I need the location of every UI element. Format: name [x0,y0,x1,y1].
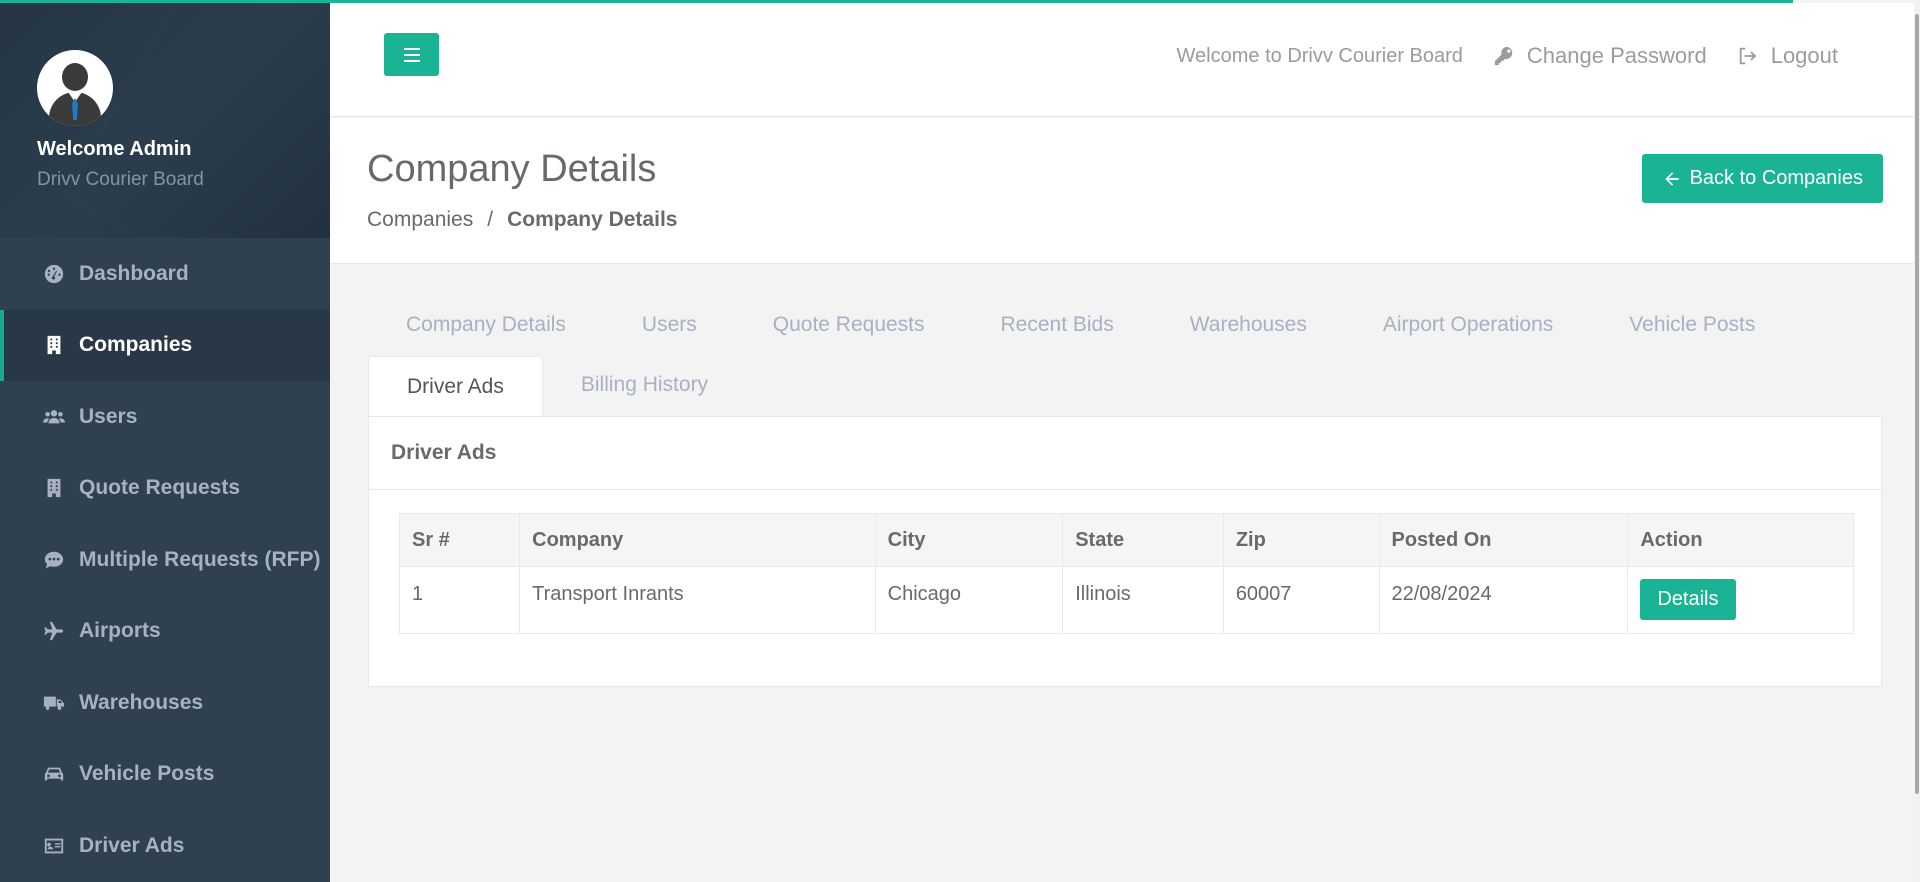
cell-zip: 60007 [1222,566,1380,634]
sidebar-item-companies[interactable]: Companies [0,309,330,381]
sidebar-item-warehouses[interactable]: Warehouses [0,667,330,739]
sidebar-item-label: Companies [79,333,193,357]
scrollbar[interactable] [1914,0,1920,882]
tab-warehouses[interactable]: Warehouses [1152,295,1345,355]
column-header: Posted On [1378,513,1629,567]
comment-icon [41,549,67,571]
change-password-link[interactable]: Change Password [1493,43,1707,69]
sidebar-item-label: Vehicle Posts [79,762,215,786]
tab-quote-requests[interactable]: Quote Requests [735,295,963,355]
car-icon [41,763,67,785]
sidebar-item-multiple-requests[interactable]: Multiple Requests (RFP) [0,524,330,596]
breadcrumb-companies[interactable]: Companies [367,208,473,232]
menu-icon [403,47,420,62]
tabs-row-2: Driver Ads Billing History [368,355,746,417]
column-header: Action [1627,513,1854,567]
panel-title: Driver Ads [369,417,1881,490]
tab-airport-operations[interactable]: Airport Operations [1345,295,1591,355]
driver-ads-panel: Driver Ads Sr # Company City State Zip P… [368,417,1882,687]
sidebar-item-users[interactable]: Users [0,381,330,453]
sidebar-item-vehicle-posts[interactable]: Vehicle Posts [0,739,330,811]
sign-out-icon [1739,47,1756,65]
building-icon [41,334,67,356]
id-card-icon [41,835,67,857]
tab-driver-ads[interactable]: Driver Ads [368,356,543,417]
logout-label: Logout [1770,43,1838,68]
sidebar-item-airports[interactable]: Airports [0,596,330,668]
cell-sr: 1 [398,566,521,634]
truck-icon [41,692,67,714]
sidebar: Welcome Admin Drivv Courier Board Dashbo… [0,0,330,882]
dashboard-icon [41,263,67,285]
avatar[interactable] [37,50,113,126]
building-icon [41,477,67,499]
sidebar-item-label: Warehouses [79,690,204,714]
column-header: State [1062,513,1224,567]
sidebar-item-label: Quote Requests [79,476,241,500]
tab-vehicle-posts[interactable]: Vehicle Posts [1591,295,1793,355]
table-row: 1 Transport Inrants Chicago Illinois 600… [398,566,1854,634]
profile-name: Welcome Admin [37,138,192,160]
page-heading: Company Details Companies / Company Deta… [330,118,1920,264]
profile-subtitle: Drivv Courier Board [37,169,204,190]
driver-ads-table: Sr # Company City State Zip Posted On Ac… [398,513,1854,634]
sidebar-item-label: Driver Ads [79,833,185,857]
sidebar-item-label: Airports [79,619,161,643]
users-icon [41,406,67,428]
breadcrumb-current: Company Details [507,208,678,231]
breadcrumb: Companies / Company Details [367,208,677,232]
column-header: Company [519,513,876,567]
sidebar-item-label: Multiple Requests (RFP) [79,547,321,571]
sidebar-item-driver-ads[interactable]: Driver Ads [0,810,330,882]
table-header-row: Sr # Company City State Zip Posted On Ac… [398,513,1854,567]
sidebar-nav: Dashboard Companies Users Quote Requests… [0,238,330,882]
profile-panel: Welcome Admin Drivv Courier Board [0,0,330,238]
sidebar-item-quote-requests[interactable]: Quote Requests [0,453,330,525]
sidebar-item-label: Users [79,404,138,428]
top-accent-bar [0,0,1793,3]
menu-toggle-button[interactable] [384,33,439,76]
plane-icon [41,620,67,642]
column-header: Sr # [398,513,521,567]
page-title: Company Details [367,148,657,190]
tab-recent-bids[interactable]: Recent Bids [963,295,1152,355]
welcome-message: Welcome to Drivv Courier Board [1176,44,1463,67]
cell-posted-on: 22/08/2024 [1378,566,1629,634]
cell-action: Details [1627,566,1854,634]
back-to-companies-button[interactable]: Back to Companies [1641,154,1883,203]
cell-city: Chicago [874,566,1064,634]
topbar: Welcome to Drivv Courier Board Change Pa… [330,3,1920,117]
sidebar-item-label: Dashboard [79,261,189,285]
scrollbar-thumb[interactable] [1915,14,1919,794]
tab-users[interactable]: Users [604,295,735,355]
details-button[interactable]: Details [1640,579,1736,620]
cell-company: Transport Inrants [519,566,876,634]
arrow-left-icon [1664,171,1679,186]
sidebar-item-dashboard[interactable]: Dashboard [0,238,330,310]
tabs-row-1: Company Details Users Quote Requests Rec… [368,295,1793,355]
cell-state: Illinois [1062,566,1224,634]
logout-link[interactable]: Logout [1737,43,1838,69]
column-header: City [874,513,1064,567]
column-header: Zip [1222,513,1380,567]
breadcrumb-separator: / [487,208,494,231]
back-button-label: Back to Companies [1689,167,1863,189]
tab-company-details[interactable]: Company Details [368,295,604,355]
tab-billing-history[interactable]: Billing History [543,355,746,415]
key-icon [1494,46,1513,66]
change-password-label: Change Password [1526,43,1707,68]
